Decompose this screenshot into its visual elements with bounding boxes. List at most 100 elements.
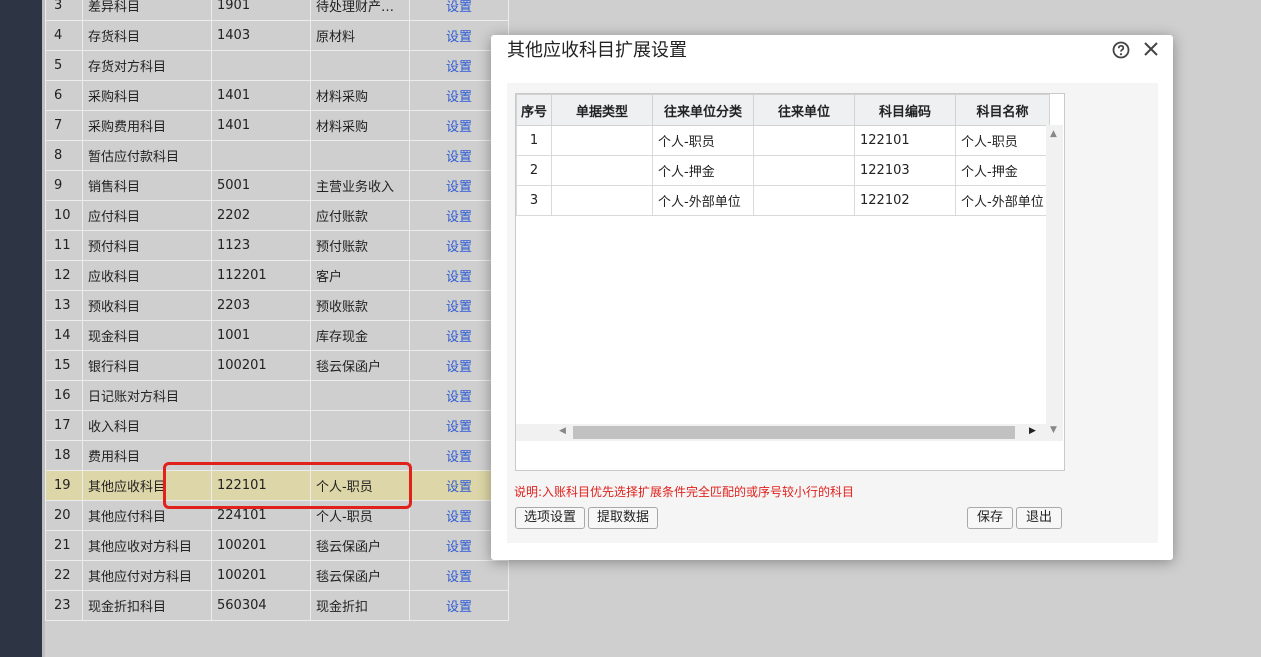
document-type-cell[interactable]: [551, 125, 653, 156]
account-name: 客户: [310, 260, 410, 291]
fetch-data-button[interactable]: 提取数据: [588, 507, 658, 529]
row-number: 11: [45, 230, 83, 261]
table-row[interactable]: 10 应付科目 2202 应付账款 设置: [45, 200, 509, 231]
account-name-cell[interactable]: 个人-职员: [955, 125, 1050, 156]
column-header-account-name[interactable]: 科目名称: [955, 94, 1050, 126]
table-row[interactable]: 8 暂估应付款科目 设置: [45, 140, 509, 171]
account-code: 1401: [211, 110, 311, 141]
explanation-note: 说明:入账科目优先选择扩展条件完全匹配的或序号较小行的科目: [514, 485, 855, 499]
table-row[interactable]: 21 其他应收对方科目 100201 毯云保函户 设置: [45, 530, 509, 561]
partner-cell[interactable]: [753, 155, 855, 186]
row-number: 8: [45, 140, 83, 171]
dialog-title: 其他应收科目扩展设置: [507, 40, 687, 61]
row-number: 9: [45, 170, 83, 201]
table-row[interactable]: 16 日记账对方科目 设置: [45, 380, 509, 411]
table-row[interactable]: 6 采购科目 1401 材料采购 设置: [45, 80, 509, 111]
subject-name: 差异科目: [82, 0, 212, 21]
account-name: 应付账款: [310, 200, 410, 231]
settings-link[interactable]: 设置: [409, 560, 509, 591]
account-code: 1401: [211, 80, 311, 111]
table-row[interactable]: 7 采购费用科目 1401 材料采购 设置: [45, 110, 509, 141]
account-name-cell[interactable]: 个人-外部单位: [955, 185, 1050, 216]
option-settings-button[interactable]: 选项设置: [515, 507, 585, 529]
column-header-index[interactable]: 序号: [516, 94, 552, 126]
grid-row[interactable]: 3 个人-外部单位 122102 个人-外部单位: [516, 185, 1050, 216]
account-code: 100201: [211, 350, 311, 381]
row-number: 10: [45, 200, 83, 231]
save-button[interactable]: 保存: [967, 507, 1013, 529]
table-row[interactable]: 23 现金折扣科目 560304 现金折扣 设置: [45, 590, 509, 621]
account-code-cell[interactable]: 122101: [854, 125, 956, 156]
scroll-up-arrow-icon[interactable]: ▲: [1050, 129, 1057, 139]
table-row[interactable]: 14 现金科目 1001 库存现金 设置: [45, 320, 509, 351]
row-index[interactable]: 3: [516, 185, 552, 216]
horizontal-scrollbar[interactable]: ◀ ▶: [516, 424, 1046, 441]
settings-link[interactable]: 设置: [409, 0, 509, 21]
table-row[interactable]: 22 其他应付对方科目 100201 毯云保函户 设置: [45, 560, 509, 591]
subject-name: 其他应收对方科目: [82, 530, 212, 561]
subject-name: 应收科目: [82, 260, 212, 291]
account-name: 毯云保函户: [310, 350, 410, 381]
row-number: 22: [45, 560, 83, 591]
table-row[interactable]: 9 销售科目 5001 主营业务收入 设置: [45, 170, 509, 201]
row-number: 13: [45, 290, 83, 321]
column-header-account-code[interactable]: 科目编码: [854, 94, 956, 126]
row-index[interactable]: 2: [516, 155, 552, 186]
account-code: 5001: [211, 170, 311, 201]
row-number: 16: [45, 380, 83, 411]
subject-name: 销售科目: [82, 170, 212, 201]
row-number: 18: [45, 440, 83, 471]
subject-name: 预收科目: [82, 290, 212, 321]
account-code: [211, 380, 311, 411]
table-row[interactable]: 5 存货对方科目 设置: [45, 50, 509, 81]
document-type-cell[interactable]: [551, 185, 653, 216]
subject-name: 暂估应付款科目: [82, 140, 212, 171]
horizontal-scroll-thumb[interactable]: [573, 426, 1015, 439]
account-name: [310, 380, 410, 411]
close-icon[interactable]: [1141, 39, 1161, 59]
account-name-cell[interactable]: 个人-押金: [955, 155, 1050, 186]
table-row[interactable]: 11 预付科目 1123 预付账款 设置: [45, 230, 509, 261]
dialog-body: 序号 单据类型 往来单位分类 往来单位 科目编码 科目名称 1 个人-职员 1221…: [507, 83, 1158, 543]
table-row[interactable]: 12 应收科目 112201 客户 设置: [45, 260, 509, 291]
row-number: 6: [45, 80, 83, 111]
scroll-down-arrow-icon[interactable]: ▼: [1050, 425, 1057, 435]
vertical-scrollbar[interactable]: ▲ ▼: [1046, 125, 1063, 441]
partner-category-cell[interactable]: 个人-押金: [652, 155, 754, 186]
document-type-cell[interactable]: [551, 155, 653, 186]
scroll-left-arrow-icon[interactable]: ◀: [559, 426, 566, 436]
column-header-partner-category[interactable]: 往来单位分类: [652, 94, 754, 126]
table-row[interactable]: 3 差异科目 1901 待处理财产… 设置: [45, 0, 509, 21]
grid-row[interactable]: 1 个人-职员 122101 个人-职员: [516, 125, 1050, 156]
subject-name: 现金折扣科目: [82, 590, 212, 621]
table-row[interactable]: 15 银行科目 100201 毯云保函户 设置: [45, 350, 509, 381]
account-name: 预收账款: [310, 290, 410, 321]
table-row[interactable]: 4 存货科目 1403 原材料 设置: [45, 20, 509, 51]
account-name: 材料采购: [310, 110, 410, 141]
scroll-right-arrow-icon[interactable]: ▶: [1029, 426, 1036, 436]
partner-category-cell[interactable]: 个人-职员: [652, 125, 754, 156]
account-code-cell[interactable]: 122102: [854, 185, 956, 216]
account-code: [211, 410, 311, 441]
row-number: 19: [45, 470, 83, 501]
column-header-document-type[interactable]: 单据类型: [551, 94, 653, 126]
partner-cell[interactable]: [753, 185, 855, 216]
partner-cell[interactable]: [753, 125, 855, 156]
subject-name: 采购费用科目: [82, 110, 212, 141]
subject-name: 采购科目: [82, 80, 212, 111]
table-row[interactable]: 17 收入科目 设置: [45, 410, 509, 441]
column-header-partner[interactable]: 往来单位: [753, 94, 855, 126]
row-number: 12: [45, 260, 83, 291]
partner-category-cell[interactable]: 个人-外部单位: [652, 185, 754, 216]
account-code-cell[interactable]: 122103: [854, 155, 956, 186]
row-index[interactable]: 1: [516, 125, 552, 156]
exit-button[interactable]: 退出: [1016, 507, 1062, 529]
question-circle-icon[interactable]: [1111, 40, 1131, 60]
table-row[interactable]: 13 预收科目 2203 预收账款 设置: [45, 290, 509, 321]
account-name: 现金折扣: [310, 590, 410, 621]
row-number: 17: [45, 410, 83, 441]
row-number: 7: [45, 110, 83, 141]
grid-row[interactable]: 2 个人-押金 122103 个人-押金: [516, 155, 1050, 186]
settings-link[interactable]: 设置: [409, 590, 509, 621]
row-number: 15: [45, 350, 83, 381]
